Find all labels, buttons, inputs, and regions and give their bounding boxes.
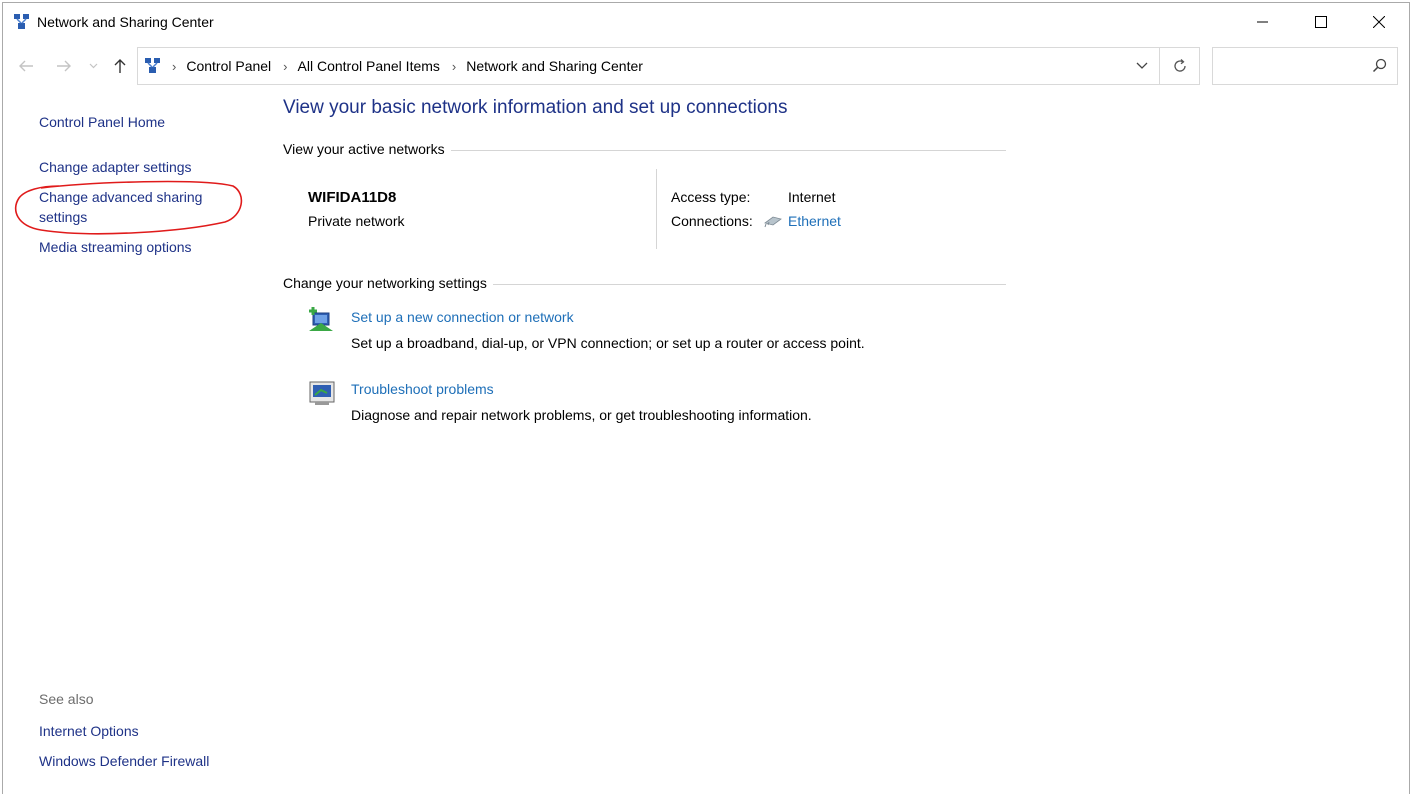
maximize-icon (1315, 16, 1327, 28)
arrow-up-icon (114, 59, 126, 73)
up-button[interactable] (109, 55, 131, 77)
refresh-icon (1173, 59, 1186, 72)
ethernet-connection-link[interactable]: Ethernet (788, 213, 841, 229)
main-content: View your basic network information and … (283, 85, 1023, 785)
navigation-bar: › Control Panel › All Control Panel Item… (3, 47, 1409, 85)
page-title: View your basic network information and … (283, 97, 788, 118)
search-icon[interactable] (1372, 58, 1387, 73)
breadcrumb-network-sharing-center[interactable]: Network and Sharing Center (466, 58, 643, 74)
breadcrumb-control-panel[interactable]: Control Panel (186, 58, 271, 74)
chevron-down-icon (1136, 62, 1148, 69)
network-divider (656, 169, 657, 249)
network-type: Private network (308, 213, 405, 229)
ethernet-icon (764, 216, 782, 228)
network-sharing-window: Network and Sharing Center › Control Pan… (2, 2, 1410, 794)
troubleshoot-problems-description: Diagnose and repair network problems, or… (351, 407, 812, 423)
active-networks-heading-text: View your active networks (283, 141, 445, 157)
chevron-down-icon (89, 63, 97, 69)
setup-connection-description: Set up a broadband, dial-up, or VPN conn… (351, 335, 865, 351)
recent-locations-button[interactable] (86, 55, 100, 77)
change-adapter-settings-link[interactable]: Change adapter settings (39, 157, 192, 177)
chevron-right-icon[interactable]: › (452, 59, 456, 74)
refresh-button[interactable] (1159, 48, 1199, 84)
connections-label: Connections: (671, 213, 753, 229)
troubleshoot-problems-link[interactable]: Troubleshoot problems (351, 381, 494, 397)
search-box[interactable] (1212, 47, 1398, 85)
section-divider (492, 284, 1006, 285)
address-bar[interactable]: › Control Panel › All Control Panel Item… (137, 47, 1200, 85)
network-center-icon (145, 58, 160, 73)
red-circle-annotation (14, 180, 243, 235)
network-center-icon (14, 14, 29, 29)
internet-options-link[interactable]: Internet Options (39, 721, 139, 741)
new-connection-icon (309, 307, 333, 331)
setup-connection-link[interactable]: Set up a new connection or network (351, 309, 574, 325)
troubleshoot-icon (309, 381, 335, 405)
title-bar: Network and Sharing Center (3, 3, 1409, 41)
windows-defender-firewall-link[interactable]: Windows Defender Firewall (39, 751, 209, 771)
maximize-button[interactable] (1292, 3, 1350, 41)
breadcrumb: › Control Panel › All Control Panel Item… (168, 48, 651, 84)
window-title: Network and Sharing Center (37, 14, 214, 30)
back-button[interactable] (15, 55, 37, 77)
chevron-right-icon[interactable]: › (172, 59, 176, 74)
left-task-pane: Control Panel Home Change adapter settin… (3, 85, 263, 785)
access-type-value: Internet (788, 189, 836, 205)
forward-button[interactable] (53, 55, 75, 77)
active-networks-heading: View your active networks (283, 141, 1006, 157)
networking-settings-heading-text: Change your networking settings (283, 275, 487, 291)
breadcrumb-all-items[interactable]: All Control Panel Items (298, 58, 440, 74)
media-streaming-options-link[interactable]: Media streaming options (39, 237, 192, 257)
section-divider (450, 150, 1006, 151)
control-panel-home-link[interactable]: Control Panel Home (39, 112, 165, 132)
network-name: WIFIDA11D8 (308, 189, 397, 206)
minimize-button[interactable] (1234, 3, 1292, 41)
networking-settings-heading: Change your networking settings (283, 275, 1006, 291)
chevron-right-icon[interactable]: › (283, 59, 287, 74)
see-also-heading: See also (39, 691, 94, 707)
close-button[interactable] (1350, 3, 1408, 41)
arrow-left-icon (19, 60, 33, 72)
arrow-right-icon (57, 60, 71, 72)
address-dropdown-button[interactable] (1126, 48, 1158, 84)
close-icon (1373, 16, 1385, 28)
minimize-icon (1257, 21, 1268, 23)
access-type-label: Access type: (671, 189, 751, 205)
